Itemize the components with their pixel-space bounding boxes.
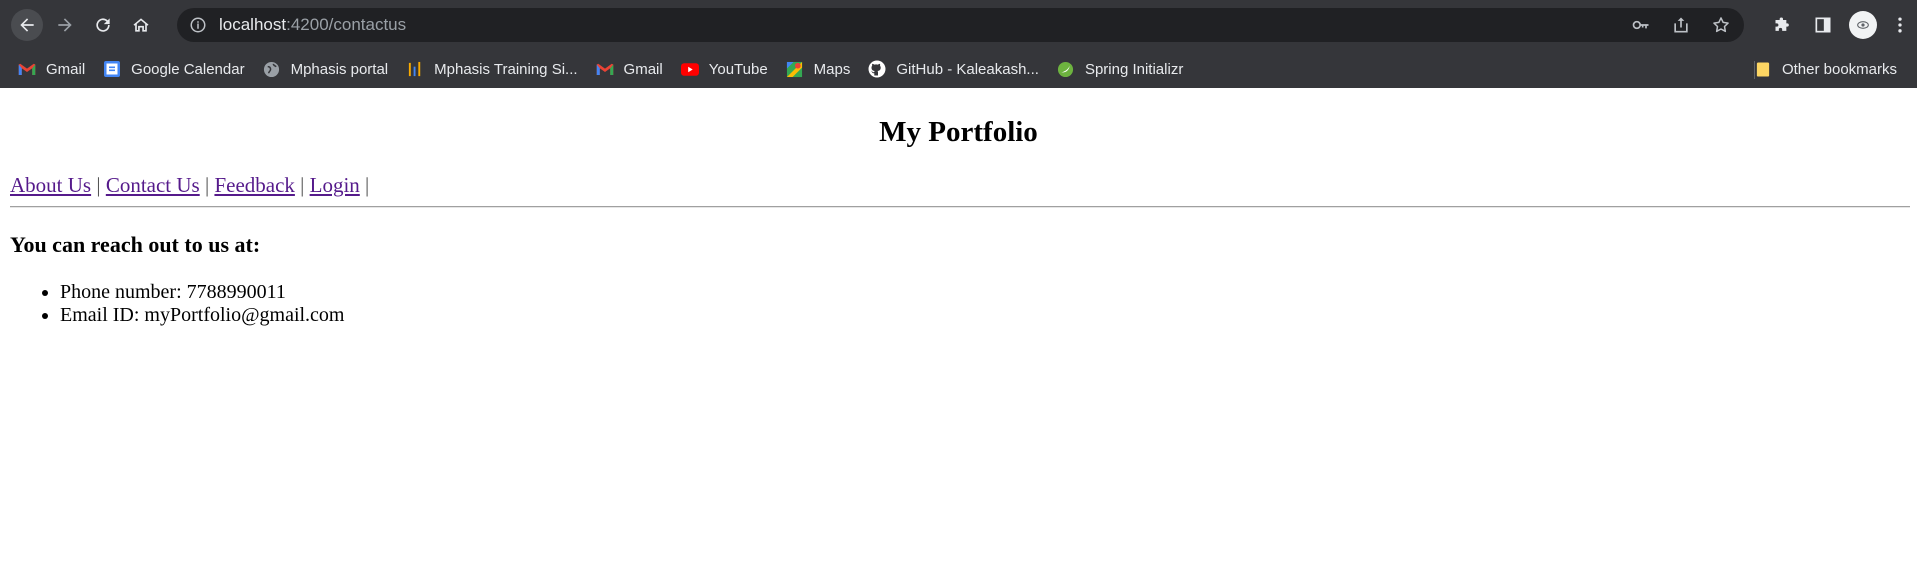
bookmark-label: Mphasis portal <box>290 60 389 78</box>
bookmark-label: YouTube <box>708 60 768 78</box>
globe-icon <box>263 60 281 78</box>
horizontal-rule <box>10 206 1910 208</box>
browser-toolbar: localhost:4200/contactus <box>0 0 1917 50</box>
star-icon[interactable] <box>1710 14 1732 36</box>
bookmark-youtube[interactable]: YouTube <box>673 54 778 84</box>
forward-button[interactable] <box>49 9 81 41</box>
home-icon <box>133 18 149 32</box>
bookmarks-bar: Gmail Google Calendar Mphasis portal Mph… <box>0 50 1917 88</box>
nav-login-link[interactable]: Login <box>310 173 360 197</box>
bookmark-github[interactable]: GitHub - Kaleakash... <box>860 54 1049 84</box>
side-panel-icon[interactable] <box>1803 5 1843 45</box>
nav-separator: | <box>204 173 210 197</box>
arrow-left-icon <box>20 18 34 32</box>
nav-separator: | <box>300 173 305 197</box>
other-bookmarks-label: Other bookmarks <box>1781 60 1897 78</box>
nav-about-us-link[interactable]: About Us <box>10 173 91 197</box>
bookmark-label: GitHub - Kaleakash... <box>896 60 1039 78</box>
nav-separator: | <box>365 173 370 197</box>
contact-phone: Phone number: 7788990011 <box>60 281 345 304</box>
bars-icon <box>406 60 424 78</box>
bookmark-label: Google Calendar <box>131 60 245 78</box>
github-icon <box>868 60 886 78</box>
bookmark-spring-initializr[interactable]: Spring Initializr <box>1049 54 1193 84</box>
site-info-icon[interactable] <box>188 15 208 35</box>
folder-icon <box>1754 60 1772 78</box>
bookmark-mphasis-training[interactable]: Mphasis Training Si... <box>398 54 587 84</box>
bookmark-label: Gmail <box>623 60 663 78</box>
bookmark-gmail-2[interactable]: Gmail <box>588 54 673 84</box>
bookmark-label: Maps <box>813 60 851 78</box>
contact-list: Phone number: 7788990011 Email ID: myPor… <box>10 281 345 327</box>
reload-button[interactable] <box>87 9 119 41</box>
address-bar[interactable]: localhost:4200/contactus <box>177 8 1744 42</box>
page-title: My Portfolio <box>879 116 1038 148</box>
nav-feedback-link[interactable]: Feedback <box>214 173 294 197</box>
spring-icon <box>1057 60 1075 78</box>
other-bookmarks[interactable]: Other bookmarks <box>1746 54 1907 84</box>
share-icon[interactable] <box>1670 14 1692 36</box>
maps-icon <box>786 60 804 78</box>
reload-icon <box>96 18 110 32</box>
bookmark-label: Gmail <box>46 60 86 78</box>
extensions-icon[interactable] <box>1763 5 1803 45</box>
back-button[interactable] <box>11 9 43 41</box>
contact-heading: You can reach out to us at: <box>10 232 261 257</box>
bookmark-label: Mphasis Training Si... <box>434 60 578 78</box>
page-content: My Portfolio About Us | Contact Us | Fee… <box>0 88 1917 572</box>
menu-kebab-icon[interactable] <box>1883 5 1917 45</box>
url-text[interactable]: localhost:4200/contactus <box>219 15 406 35</box>
nav-links: About Us | Contact Us | Feedback | Login… <box>10 173 369 198</box>
gmail-icon <box>18 60 36 78</box>
gmail-icon <box>596 60 614 78</box>
bookmark-google-calendar[interactable]: Google Calendar <box>95 54 254 84</box>
url-host: localhost <box>219 15 287 34</box>
nav-separator: | <box>96 173 101 197</box>
home-button[interactable] <box>125 9 157 41</box>
contact-email: Email ID: myPortfolio@gmail.com <box>60 304 345 327</box>
bookmark-mphasis-portal[interactable]: Mphasis portal <box>255 54 399 84</box>
avatar-icon <box>1857 21 1869 29</box>
calendar-icon <box>103 60 121 78</box>
url-path: :4200/contactus <box>286 15 407 34</box>
arrow-right-icon <box>58 18 72 32</box>
nav-contact-us-link[interactable]: Contact Us <box>106 173 200 197</box>
key-icon[interactable] <box>1630 14 1652 36</box>
profile-avatar[interactable] <box>1849 11 1877 39</box>
bookmark-maps[interactable]: Maps <box>778 54 861 84</box>
bookmark-label: Spring Initializr <box>1084 60 1184 78</box>
youtube-icon <box>680 60 699 78</box>
bookmark-gmail[interactable]: Gmail <box>10 54 95 84</box>
